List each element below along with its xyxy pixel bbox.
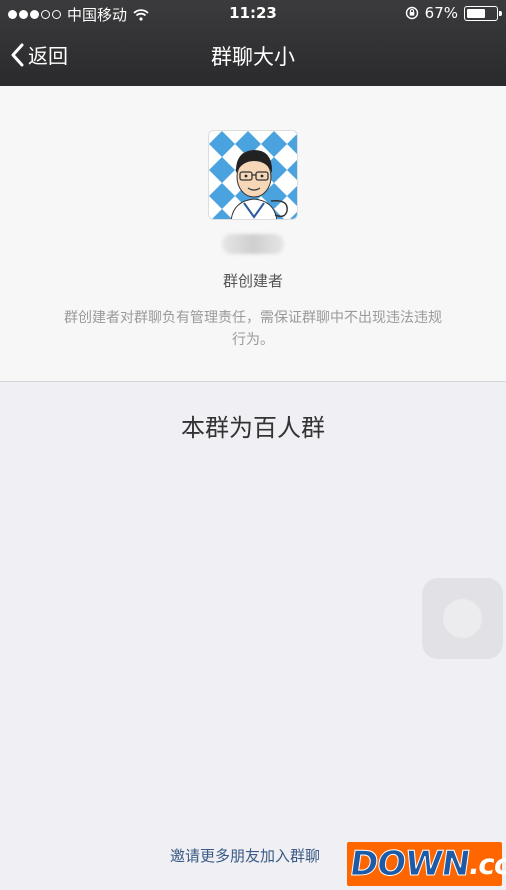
page-title: 群聊大小	[211, 45, 295, 69]
group-size-label: 本群为百人群	[181, 414, 325, 442]
owner-role-label: 群创建者	[222, 272, 283, 290]
battery-percent: 67%	[424, 4, 458, 22]
owner-responsibility-text: 群创建者对群聊负有管理责任，需保证群聊中不出现违法违规行为。	[64, 310, 442, 348]
watermark-logo: DOWN .cc	[347, 842, 506, 886]
invite-friends-link[interactable]: 邀请更多朋友加入群聊	[170, 845, 320, 866]
orientation-lock-icon	[405, 6, 418, 20]
status-bar: 中国移动 11:23 67%	[0, 0, 506, 28]
assistive-touch-button[interactable]	[422, 578, 503, 659]
group-owner-section: 群创建者 群创建者对群聊负有管理责任，需保证群聊中不出现违法违规行为。	[0, 86, 506, 382]
battery-icon	[464, 5, 502, 21]
owner-name-blurred	[222, 234, 284, 254]
owner-avatar[interactable]	[208, 130, 298, 220]
navigation-bar: 中国移动 11:23 67% 返回 群聊大小	[0, 0, 506, 86]
